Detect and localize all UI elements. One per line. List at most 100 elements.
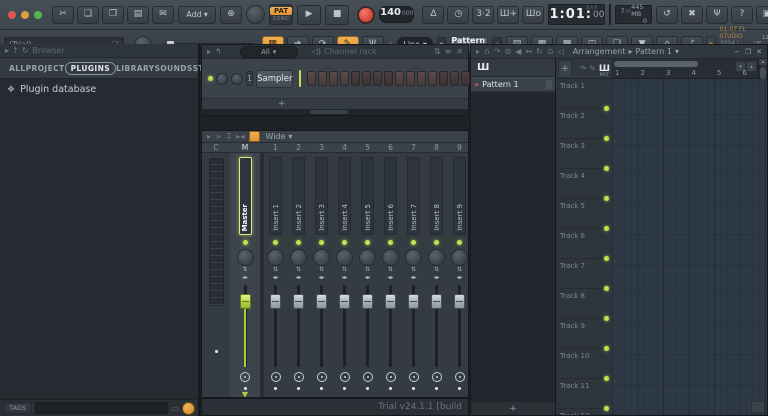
step-cell-8[interactable]	[384, 71, 393, 86]
piano-roll-icon[interactable]: Ш	[599, 64, 610, 74]
time-display[interactable]: 1:01: 00 BAR	[548, 4, 605, 25]
breadcrumb-arrangement[interactable]: Arrangement	[573, 47, 626, 56]
track-led[interactable]	[604, 166, 609, 171]
center-playhead-icon[interactable]: ⊕	[220, 6, 242, 24]
mute-tool-icon[interactable]: ⊘	[505, 48, 512, 56]
pan-arrows[interactable]: ◂▸	[364, 274, 370, 282]
pan-arrows[interactable]: ◂▸	[456, 274, 462, 282]
mixer-strip-insert-3[interactable]: Insert 3⇅◂▸	[310, 153, 333, 398]
mixer-column-5[interactable]: 5	[356, 143, 379, 152]
cut-icon[interactable]: ✂	[52, 6, 74, 24]
track-led[interactable]	[604, 346, 609, 351]
strip-name-slot[interactable]: Insert 2	[292, 157, 305, 235]
wait-for-input-icon[interactable]: ◷	[447, 6, 469, 24]
step-cell-11[interactable]	[417, 71, 426, 86]
strip-enable-led[interactable]	[296, 240, 301, 245]
browser-tab-library[interactable]: LIBRARY	[116, 64, 154, 73]
step-cell-13[interactable]	[439, 71, 448, 86]
strip-pan-knob[interactable]	[290, 249, 307, 266]
mixer-strip-insert-4[interactable]: Insert 4⇅◂▸	[333, 153, 356, 398]
strip-enable-led[interactable]	[388, 240, 393, 245]
track-led[interactable]	[604, 196, 609, 201]
play-marker-icon[interactable]: ◁	[558, 48, 564, 56]
volume-fader[interactable]	[333, 285, 356, 367]
track-led[interactable]	[604, 286, 609, 291]
step-cell-4[interactable]	[340, 71, 349, 86]
strip-enable-led[interactable]	[319, 240, 324, 245]
main-volume-knob[interactable]	[246, 5, 265, 24]
stereo-sep-arrows[interactable]: ⇅	[457, 266, 462, 274]
group-filter-dropdown[interactable]: All ▾	[240, 46, 298, 58]
strip-pan-knob[interactable]	[451, 249, 468, 266]
mixer-column-7[interactable]: 7	[402, 143, 425, 152]
arm-record-button[interactable]	[409, 372, 419, 382]
volume-fader[interactable]	[230, 285, 260, 367]
mixer-strip-insert-5[interactable]: Insert 5⇅◂▸	[356, 153, 379, 398]
stop-button[interactable]: ■	[325, 5, 349, 25]
mixer-column-9[interactable]: 9	[448, 143, 469, 152]
hint-bubble-icon[interactable]: ✉	[152, 6, 174, 24]
strip-enable-led[interactable]	[342, 240, 347, 245]
pan-arrows[interactable]: ◂▸	[272, 274, 278, 282]
close-icon[interactable]: ✕	[756, 48, 762, 56]
strip-enable-led[interactable]	[411, 240, 416, 245]
step-cell-9[interactable]	[395, 71, 404, 86]
stereo-sep-arrows[interactable]: ⇅	[342, 266, 347, 274]
rack-scrollbar[interactable]	[202, 109, 468, 115]
track-header-3[interactable]: Track 3	[556, 139, 612, 169]
strip-name-slot[interactable]: Insert 7	[407, 157, 420, 235]
strip-name-slot[interactable]: Insert 6	[384, 157, 397, 235]
strip-pan-knob[interactable]	[428, 249, 445, 266]
arm-record-button[interactable]	[240, 372, 250, 382]
speaker-tool-icon[interactable]: ◀	[515, 48, 521, 56]
arm-record-button[interactable]	[317, 372, 327, 382]
fader-handle[interactable]	[385, 294, 396, 309]
pan-arrows[interactable]: ◂▸	[318, 274, 324, 282]
track-led[interactable]	[604, 316, 609, 321]
rack-options-icon[interactable]: ≡	[445, 48, 452, 56]
add-button[interactable]: Add ▾	[178, 6, 216, 24]
mixer-column-c[interactable]: C	[202, 143, 230, 152]
strip-enable-led[interactable]	[457, 240, 462, 245]
timeline-ruler[interactable]: ▾ ▴ 123456	[612, 59, 758, 79]
fader-handle[interactable]	[339, 294, 350, 309]
step-cell-2[interactable]	[318, 71, 327, 86]
track-led[interactable]	[604, 406, 609, 411]
channel-number[interactable]: 1	[246, 71, 253, 86]
track-header-11[interactable]: Track 11	[556, 379, 612, 409]
track-header-2[interactable]: Track 2	[556, 109, 612, 139]
strip-enable-led[interactable]	[365, 240, 370, 245]
channel-pan-knob[interactable]	[216, 73, 228, 85]
mixer-layout-icon[interactable]	[249, 131, 260, 142]
add-channel-button[interactable]: +	[278, 99, 286, 109]
strip-name-slot[interactable]: Master	[239, 157, 252, 235]
dock-down-icon[interactable]: ↧	[226, 133, 233, 141]
ruler-zoom-scrollbar[interactable]	[614, 61, 698, 67]
step-cell-10[interactable]	[406, 71, 415, 86]
arm-record-button[interactable]	[432, 372, 442, 382]
pan-arrows[interactable]: ◂▸	[295, 274, 301, 282]
piano-roll-icon[interactable]: Ш	[477, 62, 489, 73]
stereo-sep-arrows[interactable]: ⇅	[434, 266, 439, 274]
track-header-7[interactable]: Track 7	[556, 259, 612, 289]
collapse-arrow-icon[interactable]: ▸	[5, 47, 9, 55]
track-led[interactable]	[604, 256, 609, 261]
metronome-icon[interactable]: ∆	[422, 6, 444, 24]
breadcrumb[interactable]: Arrangement ▸ Pattern 1 ▾	[573, 47, 679, 56]
mixer-strip-insert-2[interactable]: Insert 2⇅◂▸	[287, 153, 310, 398]
strip-pan-knob[interactable]	[382, 249, 399, 266]
help-icon[interactable]: ?	[731, 6, 753, 24]
add-pattern-bar[interactable]: +	[471, 401, 555, 415]
mixer-column-2[interactable]: 2	[287, 143, 310, 152]
track-led[interactable]	[604, 226, 609, 231]
minimize-icon[interactable]: −	[734, 48, 740, 56]
volume-fader[interactable]	[310, 285, 333, 367]
volume-fader[interactable]	[264, 285, 287, 367]
folder-icon[interactable]: ▭	[171, 404, 179, 413]
track-led[interactable]	[604, 376, 609, 381]
track-header-8[interactable]: Track 8	[556, 289, 612, 319]
strip-pan-knob[interactable]	[313, 249, 330, 266]
scroll-corner[interactable]	[751, 401, 765, 413]
tags-search-input[interactable]	[35, 402, 168, 414]
strip-name-slot[interactable]: Insert 4	[338, 157, 351, 235]
